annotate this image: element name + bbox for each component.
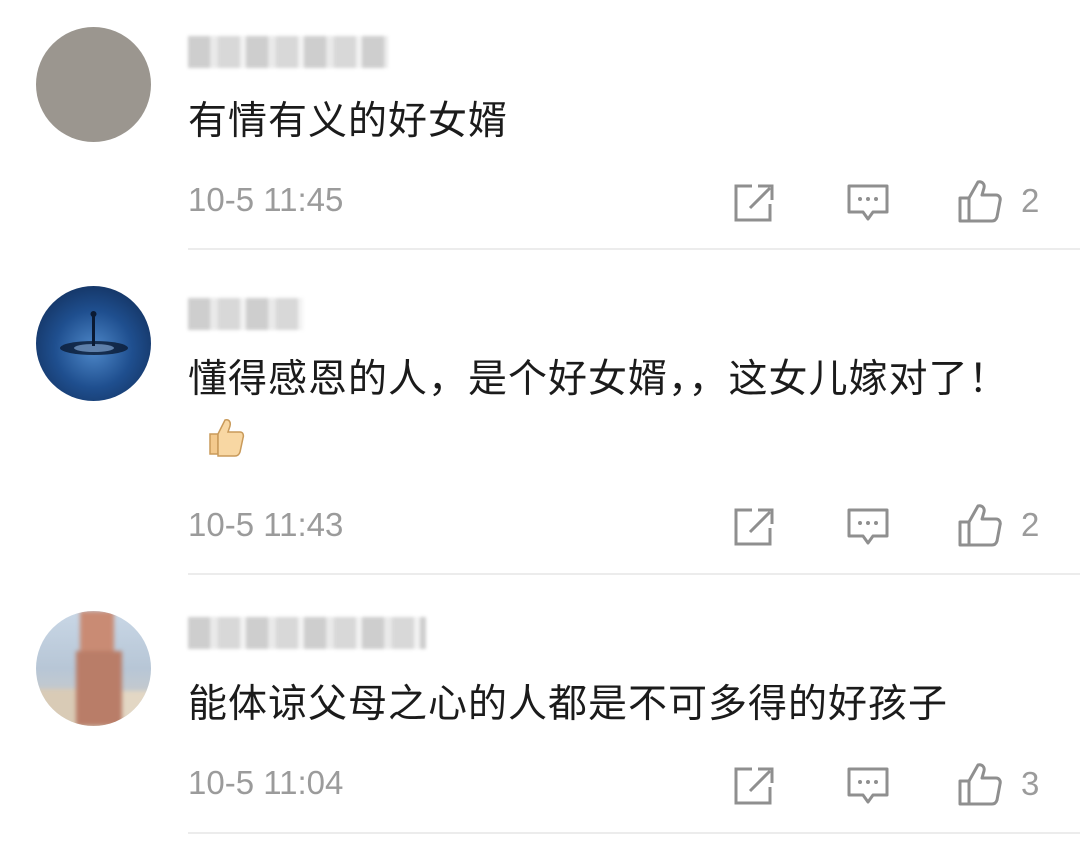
avatar[interactable] [36,611,151,726]
reply-button[interactable] [846,504,890,550]
reply-button[interactable] [846,180,890,226]
comment-text: 能体谅父母之心的人都是不可多得的好孩子 [188,682,949,727]
username-blurred[interactable] [188,36,388,68]
avatar[interactable] [36,27,151,142]
like-icon [958,180,1002,223]
avatar[interactable] [36,286,151,401]
reply-icon [847,767,889,804]
comment-item: 懂得感恩的人，是个好女婿，，这女儿嫁对了！ 10-5 11:43 2 [0,250,1080,575]
username-blurred[interactable] [188,298,303,330]
comment-time: 10-5 11:04 [188,764,344,801]
share-button[interactable] [732,763,776,809]
water-drop-image [60,311,128,355]
like-button[interactable]: 3 [957,761,1039,807]
like-count: 2 [1021,506,1040,543]
thumbs-up-emoji [206,414,246,478]
share-icon [734,767,774,805]
comment-item: 能体谅父母之心的人都是不可多得的好孩子 10-5 11:04 3 [0,575,1080,849]
comment-time: 10-5 11:45 [188,181,344,218]
comment-time: 10-5 11:43 [188,506,344,543]
comment-text-content: 懂得感恩的人，是个好女婿，，这女儿嫁对了！ [188,357,1009,402]
share-button[interactable] [732,504,776,550]
share-icon [734,184,774,222]
reply-icon [847,184,889,221]
like-button[interactable]: 2 [957,178,1039,224]
like-icon [958,763,1002,806]
comment-text: 懂得感恩的人，是个好女婿，，这女儿嫁对了！ [188,348,1046,478]
comment-text: 有情有义的好女婿 [188,99,509,144]
reply-button[interactable] [846,763,890,809]
person-photo-blurred [36,611,151,726]
comment-item: 有情有义的好女婿 10-5 11:45 2 [0,0,1080,250]
username-blurred[interactable] [188,617,426,649]
like-count: 2 [1021,182,1040,219]
like-button[interactable]: 2 [957,502,1039,548]
like-icon [958,504,1002,547]
divider [188,832,1080,834]
like-count: 3 [1021,765,1040,802]
share-icon [734,508,774,546]
reply-icon [847,508,889,545]
share-button[interactable] [732,180,776,226]
